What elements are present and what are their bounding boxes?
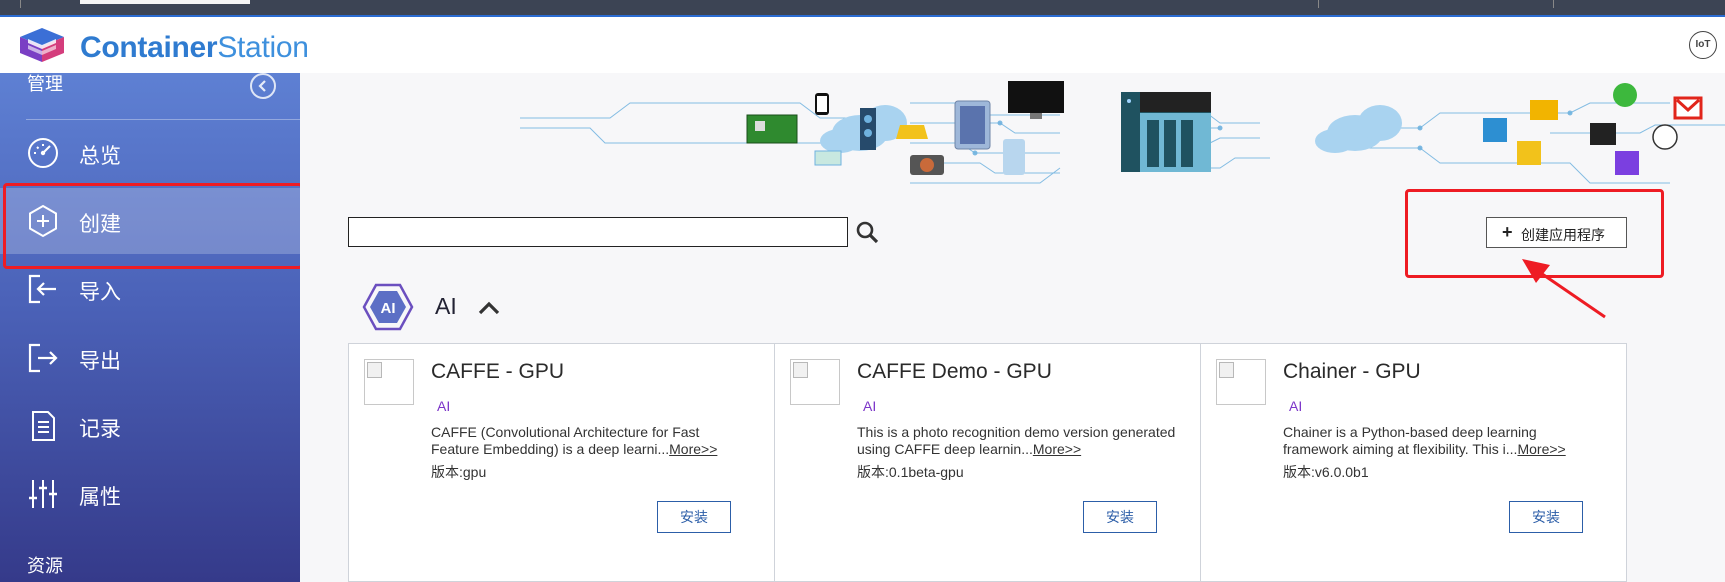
dashboard-icon <box>28 138 58 168</box>
tab-separator <box>20 0 21 8</box>
install-button[interactable]: 安装 <box>1083 501 1157 533</box>
app-category-tag: AI <box>437 398 451 414</box>
app-description: This is a photo recognition demo version… <box>857 424 1176 457</box>
app-version: 版本:0.1beta-gpu <box>857 464 964 480</box>
app-title: CAFFE Demo - GPU <box>857 360 1052 383</box>
document-icon <box>32 411 55 441</box>
app-description: Chainer is a Python-based deep learning … <box>1283 424 1566 457</box>
main-content: + 创建应用程序 AI AI CAFFE - GPU AI CAFFE (Con… <box>300 73 1725 582</box>
banner-illustration <box>520 81 1725 184</box>
more-link[interactable]: More>> <box>669 441 717 457</box>
category-label: AI <box>435 293 457 319</box>
sidebar-item-label: 导出 <box>79 350 121 373</box>
app-category-tag: AI <box>1289 398 1303 414</box>
more-link[interactable]: More>> <box>1517 441 1565 457</box>
sidebar-item-label: 记录 <box>79 418 121 441</box>
sidebar-item-label: 导入 <box>79 281 121 304</box>
sidebar-item-overview[interactable]: 总览 <box>0 120 300 186</box>
sidebar-item-export[interactable]: 导出 <box>0 325 300 391</box>
search-input[interactable] <box>348 217 848 247</box>
window-tab[interactable] <box>80 0 250 4</box>
iot-badge-icon[interactable]: IoT <box>1689 31 1717 59</box>
app-header: ContainerStation IoT <box>0 17 1725 73</box>
install-button[interactable]: 安装 <box>1509 501 1583 533</box>
app-card: CAFFE Demo - GPU AI This is a photo reco… <box>775 344 1201 582</box>
sidebar-section-resources: 资源 <box>27 556 63 576</box>
sidebar-item-label: 总览 <box>79 145 121 168</box>
app-card: CAFFE - GPU AI CAFFE (Convolutional Arch… <box>349 344 775 582</box>
export-icon <box>28 343 58 373</box>
search-icon[interactable] <box>855 220 881 246</box>
app-version: 版本:v6.0.0b1 <box>1283 464 1369 480</box>
container-station-logo-icon <box>20 28 64 62</box>
sidebar: 管理 总览 创建 导入 导出 记录 属性 资源 <box>0 73 300 582</box>
install-button[interactable]: 安装 <box>657 501 731 533</box>
app-grid: CAFFE - GPU AI CAFFE (Convolutional Arch… <box>348 343 1627 582</box>
app-title: Chainer - GPU <box>1283 360 1421 383</box>
svg-text:AI: AI <box>381 300 396 317</box>
chevron-left-icon <box>258 80 266 92</box>
annotation-arrow-icon <box>1522 259 1606 319</box>
more-link[interactable]: More>> <box>1033 441 1081 457</box>
sliders-icon <box>29 480 57 508</box>
window-tab-strip <box>0 0 1725 17</box>
app-thumbnail <box>364 359 414 405</box>
app-thumbnail <box>1216 359 1266 405</box>
app-description: CAFFE (Convolutional Architecture for Fa… <box>431 424 718 457</box>
sidebar-item-label: 属性 <box>79 486 121 509</box>
sidebar-item-logs[interactable]: 记录 <box>0 393 300 459</box>
app-card: Chainer - GPU AI Chainer is a Python-bas… <box>1201 344 1627 582</box>
tab-separator <box>1318 0 1319 8</box>
sidebar-item-properties[interactable]: 属性 <box>0 461 300 527</box>
ai-hexagon-icon: AI <box>362 283 414 331</box>
chevron-up-icon[interactable] <box>476 295 502 319</box>
tab-separator <box>1553 0 1554 8</box>
app-thumbnail <box>790 359 840 405</box>
app-title: CAFFE - GPU <box>431 360 565 383</box>
collapse-sidebar-button[interactable] <box>250 73 276 99</box>
import-icon <box>28 274 56 304</box>
highlight-box <box>3 183 303 269</box>
app-title: ContainerStation <box>80 31 309 64</box>
sidebar-section-manage: 管理 <box>27 74 63 94</box>
app-version: 版本:gpu <box>431 464 487 480</box>
app-category-tag: AI <box>863 398 877 414</box>
